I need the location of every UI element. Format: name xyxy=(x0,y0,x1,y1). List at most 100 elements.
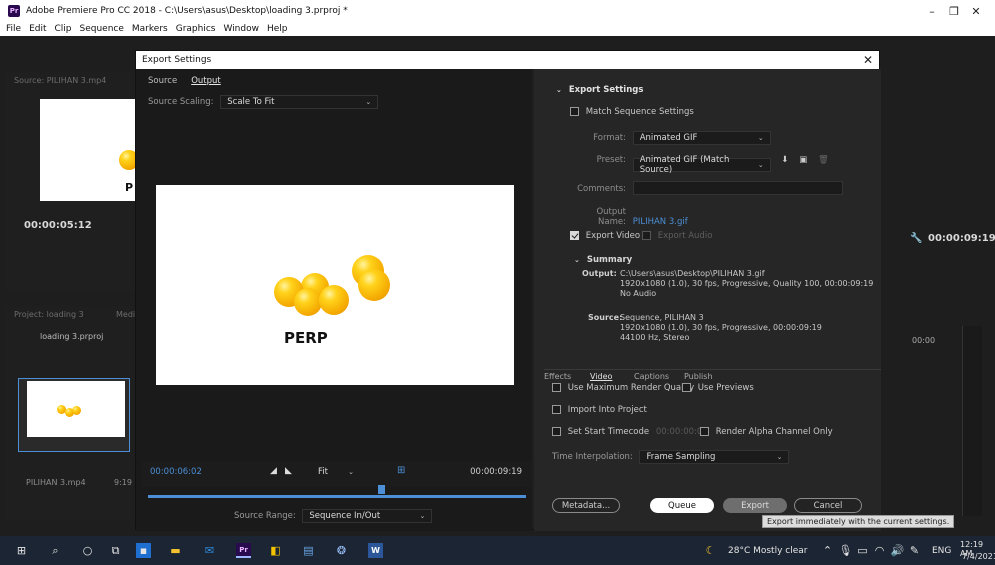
menu-window[interactable]: Window xyxy=(223,24,259,34)
dialog-title: Export Settings xyxy=(142,55,212,65)
source-specs: 1920x1080 (1.0), 30 fps, Progressive, 00… xyxy=(620,323,822,332)
cortana-icon[interactable]: ○ xyxy=(80,543,95,558)
format-dropdown[interactable]: Animated GIF ⌄ xyxy=(632,131,771,145)
export-button[interactable]: Export xyxy=(723,498,787,513)
source-scaling-dropdown[interactable]: Scale To Fit ⌄ xyxy=(220,95,379,109)
cancel-button[interactable]: Cancel xyxy=(794,498,862,513)
close-window-button[interactable]: ✕ xyxy=(959,0,993,22)
set-out-icon[interactable]: ◣ xyxy=(285,466,292,476)
save-preset-icon[interactable]: ⬇ xyxy=(781,155,788,165)
menu-markers[interactable]: Markers xyxy=(132,24,168,34)
window-title: Adobe Premiere Pro CC 2018 - C:\Users\as… xyxy=(26,6,348,16)
weather-icon[interactable]: ☾ xyxy=(703,543,718,558)
export-settings-title: Export Settings xyxy=(568,85,644,95)
mail-icon[interactable]: ✉ xyxy=(202,543,217,558)
delete-preset-icon[interactable]: 🗑 xyxy=(818,155,829,165)
menu-edit[interactable]: Edit xyxy=(29,24,46,34)
import-preset-icon[interactable]: ▣ xyxy=(799,155,807,165)
export-settings-header[interactable]: ⌄ Export Settings xyxy=(556,85,643,95)
windows-taskbar: ⊞ ⌕ ○ ⧉ ▪ ▬ ✉ Pr ◧ ▤ ❂ W ☾ 28°C Mostly c… xyxy=(0,536,995,565)
menu-sequence[interactable]: Sequence xyxy=(80,24,124,34)
set-in-icon[interactable]: ◢ xyxy=(270,466,277,476)
comments-input[interactable] xyxy=(632,181,843,195)
queue-button[interactable]: Queue xyxy=(650,498,714,513)
playhead-icon[interactable] xyxy=(378,485,385,494)
windows-start-icon[interactable]: ⊞ xyxy=(14,543,29,558)
source-range-dropdown[interactable]: Sequence In/Out ⌄ xyxy=(302,509,433,523)
sticky-notes-icon[interactable]: ◧ xyxy=(268,543,283,558)
wrench-icon[interactable]: 🔧 xyxy=(910,233,922,244)
volume-icon[interactable]: 🔊 xyxy=(890,543,905,558)
crop-icon[interactable]: ⊞ xyxy=(397,465,405,476)
time-interpolation-row: Time Interpolation: Frame Sampling ⌄ xyxy=(552,450,790,464)
source-scaling-label: Source Scaling: xyxy=(148,97,214,107)
word-icon[interactable]: W xyxy=(368,543,383,558)
menu-help[interactable]: Help xyxy=(267,24,288,34)
format-row: Format: Animated GIF ⌄ xyxy=(570,131,771,145)
use-max-render-label: Use Maximum Render Quality xyxy=(567,383,695,393)
battery-icon[interactable]: ▭ xyxy=(855,543,870,558)
audio-meter xyxy=(962,326,982,516)
dialog-close-icon[interactable]: ✕ xyxy=(863,53,873,67)
summary-header[interactable]: ⌄ Summary xyxy=(574,255,632,265)
source-monitor-tab[interactable]: Source: PILIHAN 3.mp4 xyxy=(14,76,106,85)
tab-video[interactable]: Video xyxy=(590,372,612,381)
tab-captions[interactable]: Captions xyxy=(634,372,669,381)
output-path: C:\Users\asus\Desktop\PILIHAN 3.gif xyxy=(620,269,765,278)
taskbar-app-icon[interactable]: ▪ xyxy=(136,543,151,558)
output-specs: 1920x1080 (1.0), 30 fps, Progressive, Qu… xyxy=(620,279,874,288)
use-max-render-checkbox[interactable]: Use Maximum Render Quality xyxy=(552,383,694,393)
menu-clip[interactable]: Clip xyxy=(55,24,72,34)
search-icon[interactable]: ⌕ xyxy=(48,543,63,558)
source-label: Source: xyxy=(588,313,623,322)
clip-thumb-image xyxy=(27,381,125,437)
media-icon[interactable]: ▤ xyxy=(301,543,316,558)
fit-dropdown[interactable]: Fit ⌄ xyxy=(312,465,360,479)
summary-source: Source: Sequence, PILIHAN 3 1920x1080 (1… xyxy=(588,313,822,342)
output-name-link[interactable]: PILIHAN 3.gif xyxy=(633,217,688,227)
render-alpha-label: Render Alpha Channel Only xyxy=(715,427,833,437)
export-settings-dialog: Export Settings ✕ Source Output Source S… xyxy=(135,50,955,531)
tab-effects[interactable]: Effects xyxy=(544,372,571,381)
clip-thumbnail[interactable] xyxy=(18,378,130,452)
menu-file[interactable]: File xyxy=(6,24,21,34)
ball-4 xyxy=(319,285,349,315)
microphone-icon[interactable]: 🎙 xyxy=(838,543,853,558)
current-timecode[interactable]: 00:00:06:02 xyxy=(150,467,202,477)
ball-6 xyxy=(358,269,390,301)
output-label: Output: xyxy=(582,269,617,278)
clock-date[interactable]: 7/4/2021 xyxy=(962,552,995,561)
export-audio-checkbox[interactable]: Export Audio xyxy=(642,231,712,241)
browser-icon[interactable]: ❂ xyxy=(334,543,349,558)
premiere-taskbar-icon[interactable]: Pr xyxy=(236,543,251,558)
import-into-project-checkbox[interactable]: Import Into Project xyxy=(552,405,647,415)
language-indicator[interactable]: ENG xyxy=(932,546,951,556)
use-previews-checkbox[interactable]: Use Previews xyxy=(682,383,754,393)
time-interpolation-dropdown[interactable]: Frame Sampling ⌄ xyxy=(639,450,790,464)
export-video-label: Export Video xyxy=(585,231,641,241)
preset-dropdown[interactable]: Animated GIF (Match Source) ⌄ xyxy=(632,155,771,175)
export-video-checkbox[interactable]: Export Video xyxy=(570,231,640,241)
menu-graphics[interactable]: Graphics xyxy=(176,24,216,34)
tab-publish[interactable]: Publish xyxy=(684,372,713,381)
source-range-row: Source Range: Sequence In/Out ⌄ xyxy=(234,509,433,523)
timeline-scrubber[interactable] xyxy=(148,495,526,498)
match-sequence-label: Match Sequence Settings xyxy=(585,107,694,117)
metadata-button[interactable]: Metadata... xyxy=(552,498,620,513)
project-tab[interactable]: Project: loading 3 xyxy=(14,310,84,319)
pen-icon[interactable]: ✎ xyxy=(907,543,922,558)
set-start-timecode-checkbox[interactable]: Set Start Timecode 00:00:00:00 xyxy=(552,427,708,437)
timeline-timecode: 00:00 xyxy=(912,336,936,345)
tab-source[interactable]: Source xyxy=(148,76,177,86)
export-tooltip: Export immediately with the current sett… xyxy=(762,515,955,528)
match-sequence-checkbox[interactable]: Match Sequence Settings xyxy=(570,107,694,117)
end-timecode: 00:00:09:19 xyxy=(470,467,522,477)
tab-output[interactable]: Output xyxy=(191,76,221,86)
render-alpha-checkbox[interactable]: Render Alpha Channel Only xyxy=(700,427,833,437)
task-view-icon[interactable]: ⧉ xyxy=(108,543,123,558)
chevron-up-icon[interactable]: ⌃ xyxy=(820,543,835,558)
file-explorer-icon[interactable]: ▬ xyxy=(168,543,183,558)
checkbox-icon xyxy=(700,427,709,436)
network-icon[interactable]: ◠ xyxy=(872,543,887,558)
weather-text[interactable]: 28°C Mostly clear xyxy=(728,546,807,556)
